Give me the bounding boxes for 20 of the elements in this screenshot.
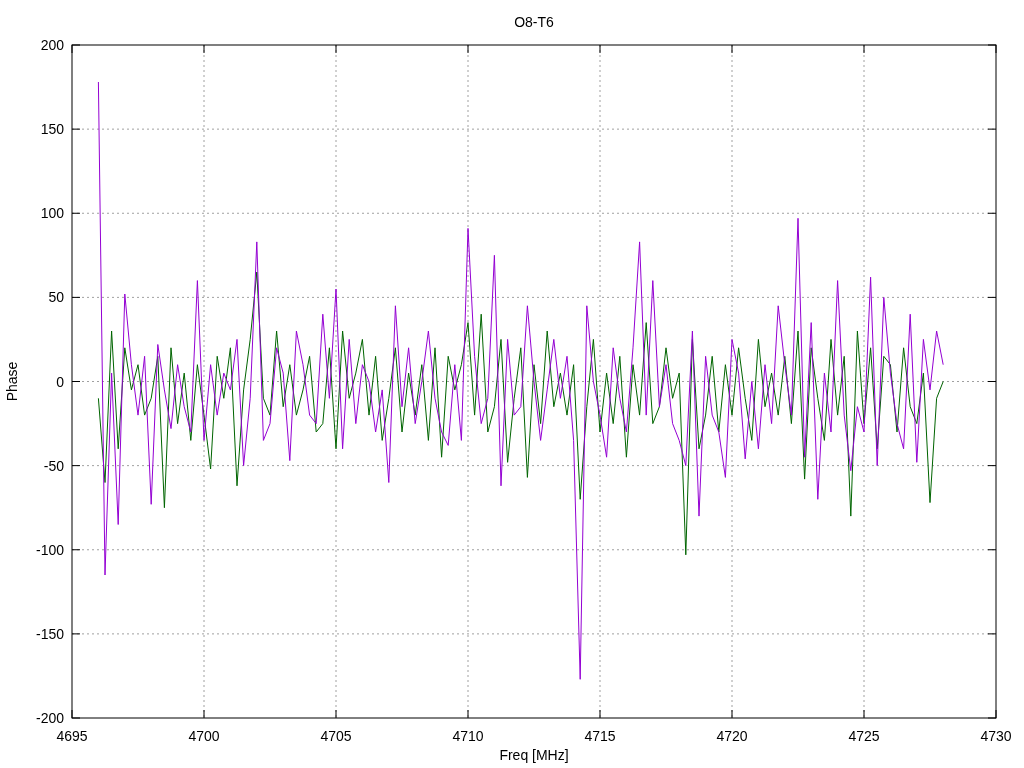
- x-tick-label: 4715: [584, 728, 616, 744]
- y-tick-label: -100: [35, 541, 64, 558]
- chart-title: O8-T6: [514, 14, 554, 30]
- y-tick-label: 50: [48, 289, 64, 306]
- x-tick-label: 4700: [188, 728, 220, 744]
- x-tick-label: 4725: [848, 728, 880, 744]
- x-tick-label: 4720: [716, 728, 748, 744]
- x-tick-label: 4705: [320, 728, 352, 744]
- x-tick-label: 4695: [56, 728, 88, 744]
- y-tick-label: 200: [40, 37, 64, 53]
- x-axis-label: Freq [MHz]: [499, 747, 569, 763]
- y-axis-label: Phase: [4, 361, 20, 402]
- y-tick-label: 100: [40, 205, 64, 222]
- y-tick-label: 150: [40, 121, 64, 138]
- y-tick-label: -50: [43, 457, 64, 474]
- y-tick-label: 0: [56, 373, 64, 390]
- x-tick-label: 4710: [452, 728, 484, 744]
- x-tick-label: 4730: [980, 728, 1012, 744]
- y-tick-label: -150: [35, 625, 64, 642]
- y-tick-label: -200: [35, 710, 64, 726]
